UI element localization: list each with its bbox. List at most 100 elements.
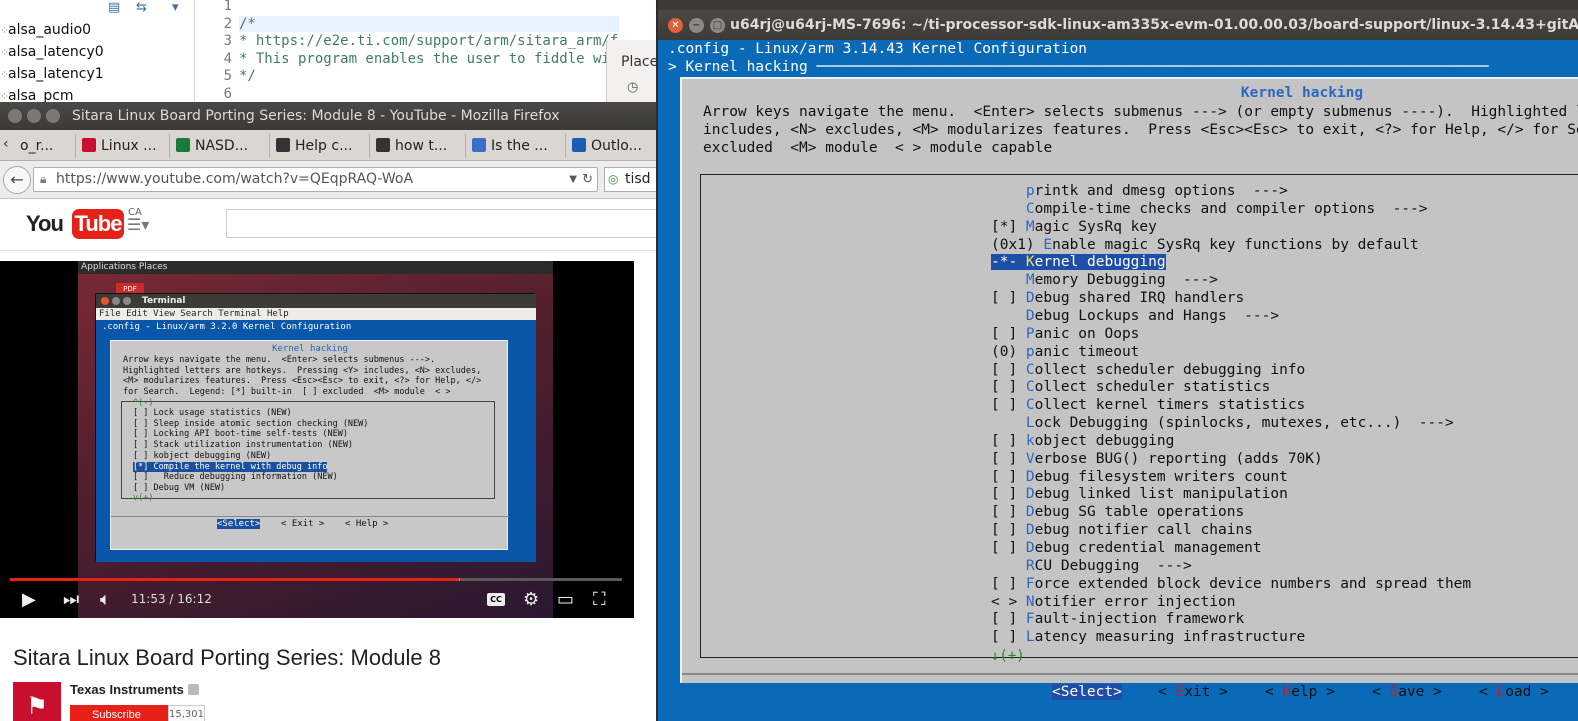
menu-item-hotkey: C — [1025, 397, 1035, 414]
code-editor[interactable]: 1 2 /* 3 * https://e2e.ti.com/support/arm/s… — [196, 0, 619, 110]
menu-item-text: otifier error injection — [1034, 593, 1236, 610]
terminal-window[interactable]: ✕ − □ u64rj@u64rj-MS-7696: ~/ti-processo… — [656, 0, 1578, 721]
video-dialog-buttons: <Select> < Exit > < Help > — [111, 516, 509, 530]
menu-item-text: ebug notifier call chains — [1034, 522, 1253, 539]
select-button[interactable]: <Select> — [1052, 684, 1122, 700]
menu-item[interactable]: [ ] Collect scheduler statistics — [991, 379, 1270, 397]
ti-logo-avatar[interactable]: ⚑ — [13, 682, 61, 721]
video-terminal-title: Terminal — [96, 294, 536, 308]
tabs-scroll-left-icon[interactable]: ‹ — [3, 136, 9, 152]
link-editor-icon[interactable]: ⇆ — [136, 0, 147, 16]
button-text: < — [1479, 684, 1497, 700]
breadcrumb: > Kernel hacking ───────────────────────… — [668, 59, 1489, 75]
menu-item[interactable]: RCU Debugging ---> — [991, 558, 1192, 576]
menu-item[interactable]: [*] Magic SysRq key — [991, 219, 1157, 237]
close-window-button[interactable] — [8, 109, 22, 123]
browser-tab[interactable]: Is the ... — [468, 134, 566, 158]
video-player[interactable]: Applications Places PDF Terminal File Ed… — [0, 261, 634, 618]
button-hotkey: H — [1282, 684, 1292, 700]
reload-icon[interactable]: ↻ — [582, 168, 593, 191]
menu-item[interactable]: -*- Kernel debugging — [991, 254, 1166, 272]
theater-mode-icon[interactable]: ▭ — [557, 589, 574, 611]
maximize-icon[interactable]: □ — [710, 18, 725, 33]
menu-item-prefix: [ ] — [991, 325, 1026, 342]
menu-item-prefix: -*- — [991, 254, 1026, 271]
fullscreen-icon[interactable]: ⛶ — [593, 589, 606, 611]
captions-button[interactable]: CC — [487, 593, 505, 606]
menu-item[interactable]: [ ] Fault-injection framework — [991, 611, 1244, 629]
subscribe-button[interactable]: Subscribe — [70, 705, 168, 721]
menu-item[interactable]: [ ] Debug filesystem writers count — [991, 469, 1288, 487]
menu-item[interactable]: Debug Lockups and Hangs ---> — [991, 308, 1279, 326]
video-menuconfig-dialog: Kernel hacking Arrow keys navigate the m… — [110, 340, 509, 550]
tree-item[interactable]: ⁘alsa_latency0 — [0, 44, 104, 66]
browser-tab[interactable]: Help c... — [272, 134, 370, 158]
back-button[interactable]: ← — [3, 166, 31, 194]
tree-item[interactable]: ⁘alsa_latency1 — [0, 66, 104, 88]
menu-item[interactable]: [ ] Debug shared IRQ handlers — [991, 290, 1244, 308]
menu-item-hotkey: V — [1025, 450, 1035, 467]
browser-tab[interactable]: Outlo... — [568, 134, 660, 158]
tree-item[interactable]: ⁘alsa_audio0 — [0, 22, 91, 44]
menu-item[interactable]: Memory Debugging ---> — [991, 272, 1218, 290]
menu-item[interactable]: [ ] Verbose BUG() reporting (adds 70K) — [991, 451, 1323, 469]
exit-button[interactable]: < Exit > — [1158, 684, 1228, 700]
browser-tab[interactable]: how t... — [372, 134, 466, 158]
guide-menu-icon[interactable]: ☰▾ — [127, 215, 149, 234]
menu-item-hotkey: p — [1025, 343, 1035, 360]
play-icon[interactable]: ▶ — [22, 589, 36, 611]
menu-item[interactable]: [ ] Force extended block device numbers … — [991, 576, 1471, 594]
save-button[interactable]: < Save > — [1372, 684, 1442, 700]
next-icon[interactable]: ⏭ — [63, 589, 79, 611]
help-button[interactable]: < Help > — [1265, 684, 1335, 700]
menu-item[interactable]: [ ] Latency measuring infrastructure — [991, 629, 1305, 647]
video-frame: Applications Places PDF Terminal File Ed… — [78, 261, 553, 618]
collapse-all-icon[interactable]: ▤ — [108, 0, 120, 16]
menu-item-prefix: [ ] — [991, 486, 1026, 503]
menu-item[interactable]: [ ] Debug notifier call chains — [991, 522, 1253, 540]
menu-item[interactable]: (0) panic timeout — [991, 344, 1139, 362]
video-progress-bar[interactable] — [10, 578, 622, 581]
help-line-2: includes, <N> excludes, <M> modularizes … — [703, 122, 1578, 138]
history-dropdown-icon[interactable]: ▼ — [569, 168, 577, 191]
menu-item[interactable]: Lock Debugging (spinlocks, mutexes, etc.… — [991, 415, 1454, 433]
eclipse-window: ▤ ⇆ ▾ ⁘alsa_audio0 ⁘alsa_latency0 ⁘alsa_la… — [0, 0, 660, 110]
browser-tab[interactable]: NASD... — [172, 134, 270, 158]
menu-item[interactable]: [ ] Debug SG table operations — [991, 504, 1244, 522]
places-label: Place — [621, 54, 659, 70]
minimize-window-button[interactable] — [27, 109, 41, 123]
menu-item[interactable]: [ ] Panic on Oops — [991, 326, 1139, 344]
menu-item[interactable]: printk and dmesg options ---> — [991, 183, 1288, 201]
menu-item[interactable]: [ ] Debug credential management — [991, 540, 1262, 558]
browser-tab[interactable]: o_r... — [16, 134, 76, 158]
menu-item-hotkey: D — [1025, 307, 1035, 324]
url-bar[interactable]: 🔒︎ https://www.youtube.com/watch?v=QEqpR… — [33, 167, 598, 192]
search-box[interactable]: ◎ tisd — [604, 167, 660, 192]
browser-tab[interactable]: Linux ... — [78, 134, 170, 158]
menu-item[interactable]: Compile-time checks and compiler options… — [991, 201, 1428, 219]
channel-name[interactable]: Texas Instruments — [70, 682, 199, 697]
button-text: < — [1158, 684, 1176, 700]
video-select-button: <Select> — [217, 519, 261, 529]
menu-item[interactable]: < > Notifier error injection — [991, 594, 1235, 612]
menu-item[interactable]: [ ] Collect scheduler debugging info — [991, 362, 1305, 380]
load-button[interactable]: < Load > — [1479, 684, 1549, 700]
search-engine-icon[interactable]: ◎ — [608, 168, 618, 191]
settings-gear-icon[interactable]: ⚙ — [523, 589, 539, 611]
view-menu-icon[interactable]: ▾ — [172, 0, 179, 16]
menu-item-prefix — [991, 308, 1026, 324]
menu-item-prefix: [ ] — [991, 290, 1026, 307]
maximize-window-button[interactable] — [46, 109, 60, 123]
menu-item[interactable]: [ ] Debug linked list manipulation — [991, 486, 1288, 504]
minimize-icon[interactable]: − — [689, 18, 704, 33]
menu-item[interactable]: [ ] Collect kernel timers statistics — [991, 397, 1305, 415]
close-icon[interactable]: ✕ — [668, 18, 683, 33]
volume-icon[interactable]: 🔈︎ — [100, 589, 111, 611]
youtube-search-input[interactable] — [226, 209, 660, 238]
menu-item-hotkey: D — [1025, 504, 1035, 521]
menu-item[interactable]: (0x1) Enable magic SysRq key functions b… — [991, 237, 1419, 255]
menu-item-text: ebug filesystem writers count — [1034, 468, 1288, 485]
menu-item-label: Collect scheduler debugging info — [1026, 362, 1305, 378]
menu-item[interactable]: [ ] kobject debugging — [991, 433, 1174, 451]
menu-item-text: ebug shared IRQ handlers — [1034, 290, 1245, 307]
